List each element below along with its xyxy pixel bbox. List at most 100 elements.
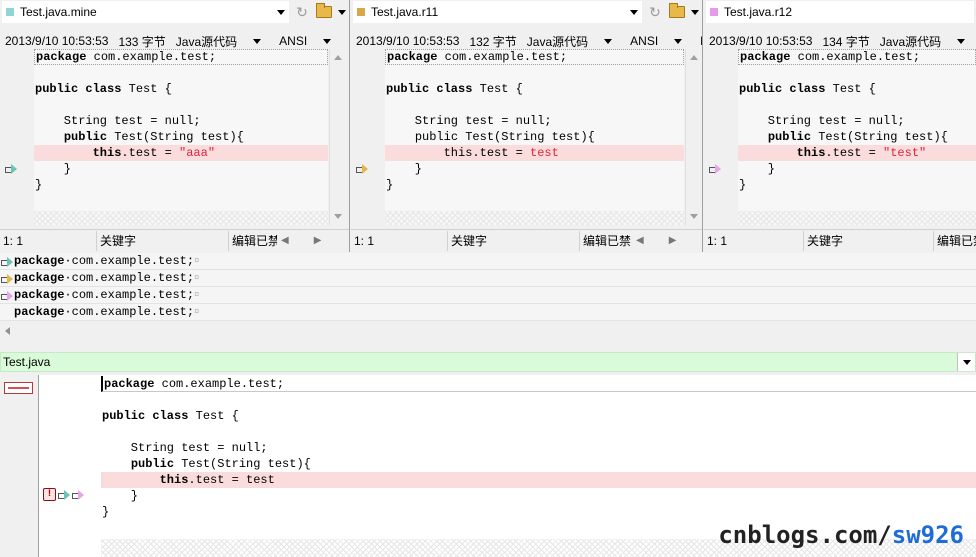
pane-r11: Test.java.r11 ↻ 2013/9/10 10:53:53 132 字…: [351, 0, 703, 252]
end-of-file-area: [738, 211, 976, 225]
chevron-down-icon: [253, 38, 262, 44]
open-folder-button[interactable]: [313, 2, 335, 22]
output-dropdown-button[interactable]: [957, 353, 975, 371]
code-line: String test = null;: [739, 114, 905, 128]
file-color-icon: [6, 8, 14, 16]
code-line: String test = null;: [102, 441, 268, 455]
eol-mark: ¤: [194, 255, 200, 266]
strip-text: ·com.example.test;: [64, 304, 195, 319]
file-timestamp: 2013/9/10 10:53:53: [5, 34, 109, 48]
scroll-up-icon[interactable]: [334, 55, 342, 60]
strip-icon: [0, 304, 14, 321]
format-label: Java源代码: [175, 34, 238, 49]
compare-panes: Test.java.mine ↻ 2013/9/10 10:53:53 133 …: [0, 0, 976, 252]
code-line-diff: this.test = "test": [738, 145, 976, 161]
arrow-right-icon[interactable]: [58, 490, 70, 500]
pane-path-bar: Test.java.r12: [704, 0, 976, 24]
scroll-down-icon[interactable]: [334, 214, 342, 219]
file-info-bar: 2013/9/10 10:53:53 133 字节 Java源代码 ANSI P…: [0, 33, 349, 49]
format-dropdown[interactable]: Java源代码: [176, 33, 271, 49]
status-bar: 1: 1 关键字 编辑已禁 ◀ ▶: [351, 229, 702, 251]
file-name: Test.java.mine: [20, 5, 97, 19]
reload-icon[interactable]: ↻: [291, 2, 313, 22]
code-gutter: [704, 49, 738, 225]
arrow-right-icon: [5, 164, 17, 174]
scroll-down-icon[interactable]: [690, 214, 698, 219]
code-line: public Test(String test){: [63, 130, 244, 144]
file-path-combo[interactable]: Test.java.r12: [706, 1, 974, 23]
diff-overview-mark[interactable]: [4, 382, 33, 394]
edit-status: 编辑已禁: [232, 233, 277, 248]
file-name: Test.java.r12: [724, 5, 793, 19]
code-line: package com.example.test;: [34, 49, 328, 65]
strip-keyword: package: [14, 270, 65, 285]
vertical-scrollbar[interactable]: [329, 49, 346, 225]
format-dropdown[interactable]: Java源代码: [527, 33, 622, 49]
scroll-right-icon[interactable]: ▶: [669, 235, 677, 246]
pane-r12: Test.java.r12 2013/9/10 10:53:53 134 字节 …: [704, 0, 976, 252]
code-line: public class Test {: [35, 82, 172, 96]
strip-icon: [0, 287, 14, 304]
scroll-right-icon[interactable]: ▶: [314, 235, 322, 246]
code-line: public class Test {: [386, 82, 523, 96]
scroll-left-icon[interactable]: ◀: [636, 235, 644, 246]
chevron-down-icon: [957, 38, 966, 44]
chevron-down-icon: [674, 38, 683, 44]
pane-mine: Test.java.mine ↻ 2013/9/10 10:53:53 133 …: [0, 0, 350, 252]
vertical-scrollbar[interactable]: [685, 49, 702, 225]
chevron-down-icon[interactable]: [338, 9, 346, 15]
code-line: public class Test {: [739, 82, 876, 96]
overview-marker[interactable]: [0, 375, 39, 557]
eol-label[interactable]: PC: [700, 34, 702, 48]
open-folder-button[interactable]: [666, 2, 688, 22]
code-view[interactable]: package com.example.test; public class T…: [351, 49, 684, 225]
code-line: }: [386, 178, 394, 192]
conflict-icon[interactable]: !: [43, 488, 56, 501]
cursor-position: 1: 1: [704, 230, 804, 251]
code-view[interactable]: package com.example.test; public class T…: [704, 49, 976, 225]
file-size: 132 字节: [469, 34, 517, 49]
reload-icon[interactable]: ↻: [644, 2, 666, 22]
strip-text: ·com.example.test;: [64, 270, 195, 285]
strip-keyword: package: [14, 304, 65, 319]
file-color-icon: [710, 8, 718, 16]
scroll-up-icon[interactable]: [690, 55, 698, 60]
cursor-position: 1: 1: [351, 230, 448, 251]
strip-text: ·com.example.test;: [64, 287, 195, 302]
charset-label: ANSI: [279, 34, 308, 48]
output-editor[interactable]: ! package com.example.test; public class…: [0, 375, 976, 557]
arrow-right-icon[interactable]: [72, 490, 84, 500]
status-scroll[interactable]: ◀ ▶: [281, 235, 321, 246]
scroll-left-icon[interactable]: ◀: [281, 235, 289, 246]
charset-dropdown[interactable]: ANSI: [630, 34, 692, 48]
code-line: }: [35, 162, 72, 176]
eol-mark: ¤: [194, 306, 200, 317]
code-line: }: [739, 178, 747, 192]
scroll-left-icon[interactable]: [5, 327, 10, 335]
chevron-down-icon[interactable]: [630, 9, 638, 15]
horizontal-scrollbar[interactable]: [0, 322, 976, 340]
charset-label: ANSI: [630, 34, 659, 48]
format-dropdown[interactable]: Java源代码: [880, 33, 975, 49]
status-bar: 1: 1 关键字 编辑已禁: [704, 229, 976, 251]
folder-icon: [316, 3, 332, 18]
output-file-name: Test.java: [3, 355, 51, 369]
chevron-down-icon[interactable]: [691, 9, 699, 15]
code-gutter: [0, 49, 34, 225]
code-lines: package com.example.test; public class T…: [738, 49, 976, 225]
arrow-right-icon: [1, 290, 13, 301]
code-lines: package com.example.test; public class T…: [34, 49, 328, 225]
file-path-combo[interactable]: Test.java.mine: [2, 1, 289, 23]
code-view[interactable]: package com.example.test; public class T…: [0, 49, 328, 225]
code-line: String test = null;: [386, 114, 552, 128]
file-path-combo[interactable]: Test.java.r11: [353, 1, 642, 23]
output-path-bar[interactable]: Test.java: [0, 352, 976, 372]
chevron-down-icon[interactable]: [277, 9, 285, 15]
charset-dropdown[interactable]: ANSI: [279, 34, 341, 48]
current-line-strip[interactable]: package ·com.example.test; ¤ package ·com.e…: [0, 253, 976, 321]
status-scroll[interactable]: ◀ ▶: [636, 235, 676, 246]
strip-row: package ·com.example.test; ¤: [0, 270, 976, 287]
